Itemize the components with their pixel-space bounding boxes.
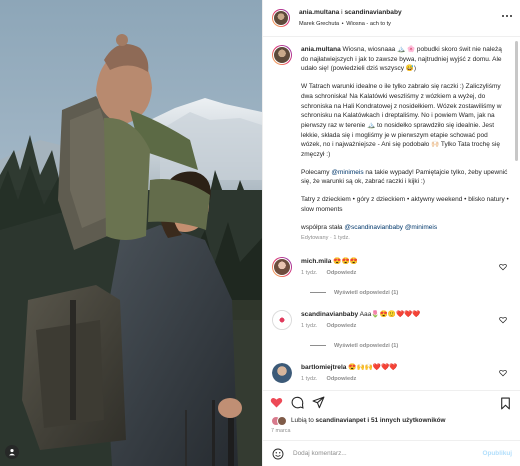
caption-paragraph-2: W Tatrach warunki idealne o ile tylko za… — [301, 83, 502, 159]
avatar[interactable] — [272, 256, 292, 277]
avatar[interactable] — [272, 45, 292, 65]
comment-text: Aaa🌷😍🙂❤️❤️❤️ — [359, 310, 421, 318]
comment: scandinavianbaby Aaa🌷😍🙂❤️❤️❤️ 1 tydz. Od… — [272, 309, 510, 330]
caption-tags: Tatry z dzieckiem • góry z dzieckiem • a… — [301, 196, 509, 213]
photo-tagged-users-button[interactable] — [5, 445, 19, 459]
author-conjunction: i — [341, 8, 343, 16]
comment-icon[interactable] — [291, 396, 304, 409]
avatar[interactable] — [272, 309, 292, 330]
caption-polecamy-prefix: Polecamy — [301, 168, 330, 176]
mention-link[interactable]: @scandinavianbaby — [344, 224, 403, 231]
publish-button[interactable]: Opublikuj — [483, 450, 512, 457]
caption-collab-prefix: współpra stała — [301, 223, 343, 231]
comments-scroll-area[interactable]: ania.multana Wiosna, wiosnaaa 🏔️ 🌸 pobud… — [263, 37, 520, 390]
post-actions-bar — [263, 390, 520, 414]
view-replies-label: Wyświetl odpowiedzi (1) — [334, 342, 399, 349]
more-horizontal-icon — [502, 15, 504, 17]
comment-username[interactable]: scandinavianbaby — [301, 311, 358, 318]
comment-text: 😍🙌🙌❤️❤️❤️ — [348, 363, 398, 371]
comment-username[interactable]: bartlomiejtrela — [301, 364, 346, 371]
scrollbar[interactable] — [515, 41, 518, 161]
avatar[interactable] — [272, 362, 292, 383]
likes-conjunction: i — [367, 417, 370, 424]
caption-time[interactable]: 1 tydz. — [333, 235, 349, 241]
mention-link[interactable]: @minimeis — [331, 169, 363, 176]
heart-outline-icon[interactable] — [499, 316, 507, 324]
post-caption: ania.multana Wiosna, wiosnaaa 🏔️ 🌸 pobud… — [272, 45, 510, 244]
comment: bartlomiejtrela 😍🙌🙌❤️❤️❤️ 1 tydz. Odpowi… — [272, 362, 510, 383]
comment-time[interactable]: 1 tydz. — [301, 376, 317, 382]
paper-plane-icon[interactable] — [312, 396, 325, 409]
post-date[interactable]: 7 marca — [263, 427, 520, 440]
instagram-post: ania.multana i scandinavianbaby Marek Gr… — [0, 0, 520, 466]
author-username[interactable]: ania.multana — [299, 9, 339, 16]
comment-text: 😍😍😍 — [333, 257, 358, 265]
post-header: ania.multana i scandinavianbaby Marek Gr… — [263, 0, 520, 37]
photo-scene — [0, 0, 262, 466]
user-tag-icon — [8, 448, 16, 456]
heart-outline-icon[interactable] — [499, 369, 507, 377]
view-replies-button[interactable]: Wyświetl odpowiedzi (1) — [310, 343, 510, 349]
smiley-icon[interactable] — [272, 448, 284, 460]
avatar[interactable] — [272, 9, 290, 27]
audio-artist[interactable]: Marek Grechuta — [299, 21, 339, 27]
more-options-button[interactable] — [502, 15, 512, 17]
likes-others-link[interactable]: 51 innych użytkowników — [371, 417, 446, 424]
comment-username[interactable]: mich.mila — [301, 258, 331, 265]
caption-username[interactable]: ania.multana — [301, 46, 341, 53]
reply-button[interactable]: Odpowiedz — [326, 270, 356, 276]
audio-separator: • — [341, 20, 344, 27]
avatar[interactable] — [277, 415, 287, 426]
edited-separator: · — [329, 235, 332, 242]
reply-button[interactable]: Odpowiedz — [326, 323, 356, 329]
comment-time[interactable]: 1 tydz. — [301, 270, 317, 276]
view-replies-button[interactable]: Wyświetl odpowiedzi (1) — [310, 290, 510, 296]
mention-link[interactable]: @minimeis — [405, 224, 437, 231]
reply-button[interactable]: Odpowiedz — [326, 376, 356, 382]
comment-composer: Dodaj komentarz... Opublikuj — [263, 440, 520, 466]
edited-label: Edytowany — [301, 235, 329, 242]
likes-user-link[interactable]: scandinavianpet — [316, 417, 366, 424]
bookmark-icon[interactable] — [499, 397, 512, 410]
comment: mich.mila 😍😍😍 1 tydz. Odpowiedz — [272, 256, 510, 277]
post-photo[interactable] — [0, 0, 262, 466]
heart-filled-icon[interactable] — [270, 396, 283, 409]
heart-outline-icon[interactable] — [499, 263, 507, 271]
comment-input[interactable]: Dodaj komentarz... — [293, 450, 483, 457]
comment-time[interactable]: 1 tydz. — [301, 323, 317, 329]
likes-summary: Lubią to scandinavianpet i 51 innych uży… — [263, 414, 520, 427]
audio-track[interactable]: Wiosna - ach to ty — [346, 21, 391, 27]
post-details-panel: ania.multana i scandinavianbaby Marek Gr… — [262, 0, 520, 466]
view-replies-label: Wyświetl odpowiedzi (1) — [334, 289, 399, 296]
likes-prefix: Lubią to — [291, 417, 314, 424]
coauthor-username[interactable]: scandinavianbaby — [344, 9, 401, 16]
